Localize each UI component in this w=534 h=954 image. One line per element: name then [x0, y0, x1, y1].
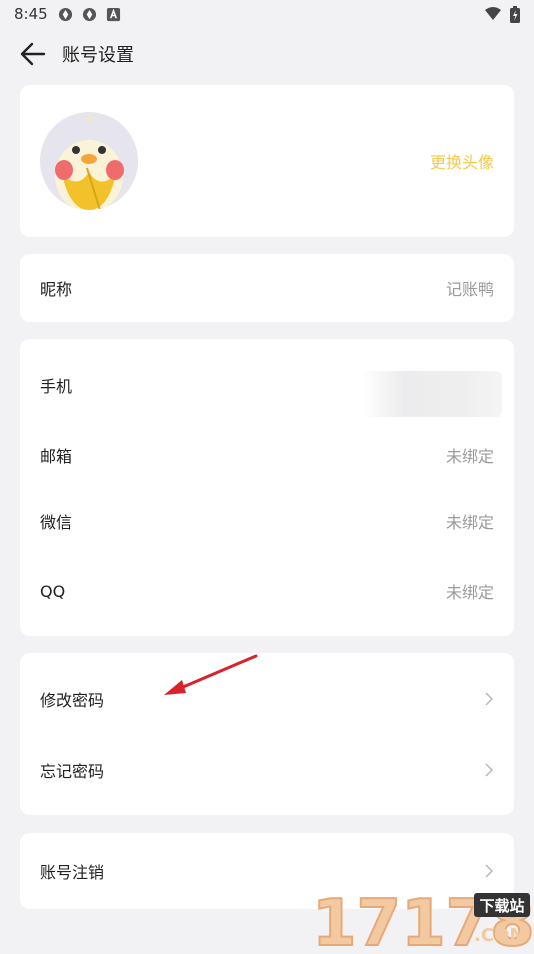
nickname-row[interactable]: 昵称 记账鸭	[20, 254, 514, 322]
nickname-card[interactable]: 昵称 记账鸭	[20, 254, 514, 322]
duck-mascot-icon	[40, 112, 138, 210]
avatar[interactable]	[40, 112, 138, 210]
phone-label: 手机	[40, 377, 73, 396]
status-time: 8:45	[14, 5, 48, 23]
back-button[interactable]	[6, 28, 60, 80]
watermark-badge: 下载站	[479, 897, 524, 915]
wechat-label: 微信	[40, 513, 73, 532]
forgot-password-label: 忘记密码	[40, 762, 105, 781]
wechat-status: 未绑定	[445, 513, 494, 532]
phone-value-blurred	[362, 371, 502, 417]
email-label: 邮箱	[40, 447, 73, 466]
status-bar: 8:45	[0, 0, 534, 28]
nickname-value: 记账鸭	[445, 280, 494, 299]
wechat-row[interactable]: 微信 未绑定	[20, 487, 514, 555]
forgot-password-row[interactable]: 忘记密码	[20, 736, 514, 804]
header: 账号设置	[0, 28, 534, 80]
qq-status: 未绑定	[445, 583, 494, 602]
chevron-right-icon	[485, 864, 494, 878]
password-card: 修改密码 忘记密码	[20, 653, 514, 815]
email-status: 未绑定	[445, 447, 494, 466]
chevron-right-icon	[485, 692, 494, 706]
change-password-row[interactable]: 修改密码	[20, 665, 514, 733]
qq-label: QQ	[40, 581, 66, 601]
app-notification-icon	[58, 7, 72, 21]
annotation-arrow-icon	[164, 654, 258, 695]
watermark-logo: 17178 下载站 .COM	[311, 885, 534, 954]
chevron-right-icon	[485, 763, 494, 777]
account-cancel-label: 账号注销	[40, 863, 105, 882]
avatar-card[interactable]: 更换头像	[20, 85, 514, 237]
a-letter-icon	[106, 7, 120, 21]
battery-icon	[510, 5, 520, 23]
page-title: 账号设置	[62, 45, 134, 66]
email-row[interactable]: 邮箱 未绑定	[20, 421, 514, 489]
app-notification-icon	[82, 7, 96, 21]
phone-row[interactable]: 手机	[20, 351, 514, 419]
qq-row[interactable]: QQ 未绑定	[20, 557, 514, 625]
change-avatar-link[interactable]: 更换头像	[430, 149, 494, 173]
arrow-left-icon	[20, 42, 46, 66]
watermark-suffix: .COM	[474, 925, 527, 946]
wifi-icon	[485, 7, 501, 20]
nickname-label: 昵称	[40, 280, 73, 299]
change-password-label: 修改密码	[40, 691, 105, 710]
bindings-card: 手机 邮箱 未绑定 微信 未绑定 QQ 未绑定	[20, 339, 514, 636]
